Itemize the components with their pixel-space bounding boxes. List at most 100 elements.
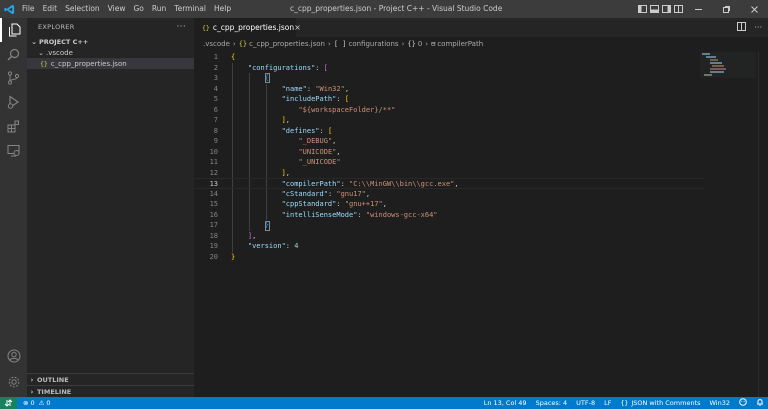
outline-panel-header[interactable]: › OUTLINE <box>27 373 194 385</box>
menu-run[interactable]: Run <box>148 0 170 18</box>
tab-c-cpp-properties[interactable]: {} c_cpp_properties.json × <box>194 18 301 37</box>
line-number: 7 <box>213 116 218 124</box>
menu-terminal[interactable]: Terminal <box>170 0 210 18</box>
project-root-folder[interactable]: ⌄ PROJECT C++ <box>27 36 194 47</box>
customize-layout-icon[interactable] <box>672 0 684 18</box>
account-icon[interactable] <box>0 344 27 368</box>
status-bar: ⊗ 0 ⚠ 0 Ln 13, Col 49 Spaces: 4 UTF-8 LF… <box>0 397 768 409</box>
code-text: ], <box>231 231 256 242</box>
code-token: , <box>336 147 341 156</box>
indentation[interactable]: Spaces: 4 <box>536 399 568 407</box>
code-text: } <box>231 252 235 263</box>
breadcrumb-item[interactable]: 0 <box>418 40 422 48</box>
title-bar: File Edit Selection View Go Run Terminal Help c… <box>0 0 768 18</box>
line-number: 15 <box>209 200 218 208</box>
folder-vscode[interactable]: ⌄ .vscode <box>27 47 194 58</box>
split-editor-icon[interactable] <box>737 21 747 34</box>
code-token: [ <box>344 95 350 103</box>
cursor-position[interactable]: Ln 13, Col 49 <box>484 399 527 407</box>
more-actions-icon[interactable]: ··· <box>177 22 186 32</box>
code-line: 6 "${workspaceFolder}/**" <box>194 105 704 116</box>
encoding[interactable]: UTF-8 <box>576 399 595 407</box>
source-control-icon[interactable] <box>0 66 27 90</box>
code-text: "_DEBUG", <box>231 136 336 147</box>
minimize-icon[interactable] <box>684 0 712 18</box>
code-token: "configurations" <box>247 63 316 72</box>
editor-area: {} c_cpp_properties.json × ··· .vscode ›… <box>194 18 768 397</box>
notifications-bell-icon[interactable] <box>756 398 764 408</box>
code-token: , <box>285 168 291 177</box>
toggle-panel-icon[interactable] <box>648 0 660 18</box>
feedback-icon[interactable] <box>739 398 747 408</box>
minimap[interactable] <box>700 52 756 92</box>
vertical-scrollbar[interactable] <box>758 52 768 397</box>
code-text: "cStandard": "gnu17", <box>231 189 371 200</box>
search-icon[interactable] <box>0 42 27 66</box>
code-token: "gnu17" <box>336 189 366 198</box>
code-token: "windows-gcc-x64" <box>365 210 438 219</box>
breadcrumb-item[interactable]: c_cpp_properties.json <box>249 40 325 48</box>
code-token: } <box>264 221 269 229</box>
menu-edit[interactable]: Edit <box>39 0 62 18</box>
menu-file[interactable]: File <box>18 0 39 18</box>
end-of-line[interactable]: LF <box>604 399 611 407</box>
code-text: ], <box>231 168 290 179</box>
explorer-title: EXPLORER <box>38 23 75 31</box>
code-text: "_UNICODE" <box>231 157 340 168</box>
files-icon[interactable] <box>0 18 27 42</box>
run-debug-icon[interactable] <box>0 90 27 114</box>
chevron-right-icon: › <box>30 387 34 396</box>
manage-gear-icon[interactable] <box>0 370 27 394</box>
file-c-cpp-properties[interactable]: {} c_cpp_properties.json <box>27 58 194 69</box>
remote-explorer-icon[interactable] <box>0 138 27 162</box>
code-token: "cppStandard" <box>281 200 337 208</box>
extensions-icon[interactable] <box>0 114 27 138</box>
json-language-icon: {} <box>620 399 629 407</box>
code-line: 9 "_DEBUG", <box>194 136 704 147</box>
line-number: 2 <box>213 63 218 72</box>
close-tab-icon[interactable]: × <box>294 23 301 32</box>
breadcrumb-item[interactable]: compilerPath <box>437 40 483 48</box>
code-token: : <box>285 242 295 250</box>
breadcrumb-item[interactable]: .vscode <box>203 40 230 48</box>
timeline-panel-header[interactable]: › TIMELINE <box>27 385 194 397</box>
code-line: 20} <box>194 252 704 263</box>
code-line: 14 "cStandard": "gnu17", <box>194 189 704 200</box>
cpp-configuration[interactable]: Win32 <box>710 399 730 407</box>
menu-selection[interactable]: Selection <box>61 0 104 18</box>
code-token: { <box>264 74 269 82</box>
menu-view[interactable]: View <box>104 0 130 18</box>
code-token: "cStandard" <box>281 189 328 198</box>
object-symbol-icon: {} <box>407 39 416 48</box>
code-token: , <box>382 200 387 208</box>
toggle-secondary-sidebar-icon[interactable] <box>660 0 672 18</box>
line-number: 6 <box>213 105 218 114</box>
code-token: : <box>336 200 345 208</box>
problems-indicator[interactable]: ⊗ 0 ⚠ 0 <box>23 399 51 407</box>
more-actions-icon[interactable]: ··· <box>754 23 762 32</box>
toggle-primary-sidebar-icon[interactable] <box>636 0 648 18</box>
line-number: 1 <box>213 53 218 61</box>
code-line: 13 "compilerPath": "C:\\MinGW\\bin\\gcc.… <box>194 178 704 189</box>
code-token: "${workspaceFolder}/**" <box>298 105 396 114</box>
code-token: "intelliSenseMode" <box>281 210 358 219</box>
remote-indicator-icon[interactable] <box>0 397 17 409</box>
close-window-icon[interactable] <box>740 0 768 18</box>
code-line: 19 "version": 4 <box>194 241 704 252</box>
line-number: 8 <box>213 126 218 135</box>
restore-icon[interactable] <box>712 0 740 18</box>
code-token: , <box>332 137 337 145</box>
code-line: 2 "configurations": [ <box>194 63 704 74</box>
language-mode[interactable]: {} JSON with Comments <box>621 399 701 407</box>
code-token: { <box>231 53 236 61</box>
breadcrumb-item[interactable]: configurations <box>348 40 398 48</box>
code-text: { <box>231 73 269 84</box>
menu-help[interactable]: Help <box>210 0 235 18</box>
code-token: "_DEBUG" <box>298 137 333 145</box>
menu-go[interactable]: Go <box>129 0 147 18</box>
